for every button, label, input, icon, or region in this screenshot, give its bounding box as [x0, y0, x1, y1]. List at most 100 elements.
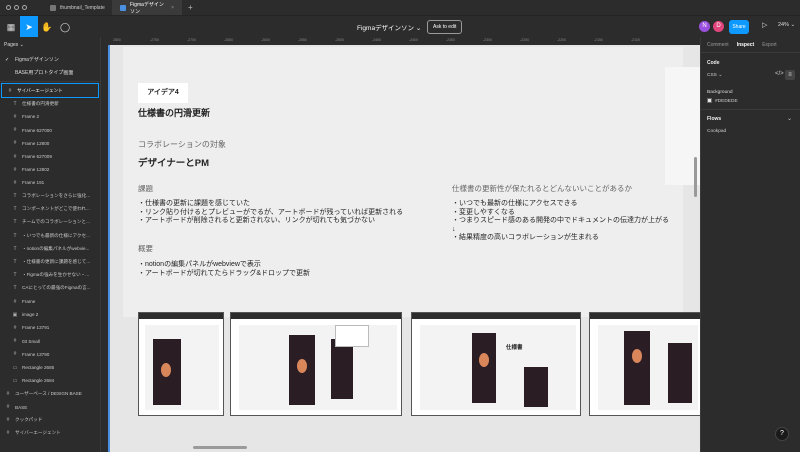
file-title[interactable]: Figmaデザインソン ⌄	[357, 22, 421, 32]
layer-item[interactable]: # クックパッド	[0, 414, 100, 427]
screenshot-thumbnail[interactable]	[138, 312, 224, 416]
toolbar: ▦ ➤ ✋ ◯ Figmaデザインソン ⌄ Ask to edit N D Sh…	[0, 15, 800, 38]
text-layer-icon: T	[13, 272, 17, 279]
layer-item[interactable]: # Frame 13790	[0, 348, 100, 361]
present-icon[interactable]: ▷	[762, 21, 767, 29]
layer-item[interactable]: T コンポーネントがどこで使われ...	[0, 203, 100, 216]
list-view-icon[interactable]: ≡	[785, 70, 795, 80]
close-tab-icon[interactable]: ×	[171, 5, 174, 11]
list-item: ・notionの編集パネルがwebviewで表示	[138, 261, 261, 268]
flows-label: Flows	[707, 116, 722, 122]
text-layer-icon: T	[13, 100, 17, 107]
screenshot-thumbnail[interactable]	[230, 312, 402, 416]
share-button[interactable]: Share	[729, 20, 749, 34]
css-select[interactable]: CSS ⌄	[707, 73, 722, 78]
layer-label: Rectangle 2685	[22, 365, 55, 371]
layer-item[interactable]: # BASE	[0, 401, 100, 414]
layer-item[interactable]: # Frame 2	[0, 110, 100, 123]
layer-item[interactable]: ▭ Rectangle 2685	[0, 361, 100, 374]
frame-icon: #	[8, 87, 12, 94]
layer-item[interactable]: # サイバーエージェント	[1, 82, 99, 99]
layer-label: ・いつでも最新の仕様にアクセ...	[22, 232, 90, 238]
horizontal-scrollbar[interactable]	[193, 446, 247, 449]
background-value[interactable]: #DEDEDE	[707, 98, 738, 104]
layer-item[interactable]: # Frame 12802	[0, 163, 100, 176]
window-controls[interactable]	[0, 5, 42, 10]
layer-label: Frame 12802	[22, 167, 50, 173]
layer-item[interactable]: # Frame 627009	[0, 150, 100, 163]
ruler-tick: -2350	[446, 38, 455, 42]
idea-title: 仕様書の円滑更新	[138, 108, 211, 118]
avatar[interactable]: D	[713, 21, 724, 32]
layer-item[interactable]: T チームでのコラボレーションと...	[0, 216, 100, 229]
tab-export[interactable]: Export	[762, 42, 776, 48]
tab-figma-designathon[interactable]: Figmaデザインソン ×	[112, 0, 182, 15]
layer-item[interactable]: # Frame	[0, 295, 100, 308]
layer-label: クックパッド	[15, 417, 43, 423]
background-label: Background	[707, 90, 733, 95]
code-view-icon[interactable]: </>	[775, 71, 784, 77]
frame-icon: #	[6, 430, 10, 437]
idea-frame[interactable]: アイデア4 仕様書の円滑更新 コラボレーションの対象 デザイナーとPM 課題 ・…	[123, 47, 700, 317]
page-label: Figmaデザインソン	[15, 57, 59, 63]
ruler-tick: -2600	[261, 38, 270, 42]
layer-item[interactable]: T CAにとっての最強のFigmaの言...	[0, 282, 100, 295]
frame-icon: #	[13, 338, 17, 345]
collab-label: コラボレーションの対象	[138, 140, 226, 149]
chevron-down-icon[interactable]: ⌄	[787, 115, 792, 122]
layer-label: コラボレーションをさらに強化...	[22, 193, 91, 199]
layer-item[interactable]: # Frame 191	[0, 176, 100, 189]
screenshot-thumbnail[interactable]: 仕様書	[411, 312, 581, 416]
layer-label: Frame 627009	[22, 154, 52, 160]
ruler-tick: -2550	[298, 38, 307, 42]
layer-item[interactable]: T 仕様書の円滑更新	[0, 97, 100, 110]
layer-item[interactable]: # ユーザーペース / DESIGN BASE	[0, 387, 100, 400]
ruler-tick: -2700	[187, 38, 196, 42]
main-menu-icon[interactable]: ▦	[2, 16, 20, 38]
ruler-tick: -2400	[409, 38, 418, 42]
layer-item[interactable]: T ・notionの編集パネルがwebvie...	[0, 242, 100, 255]
layer-item[interactable]: ▣ image 2	[0, 308, 100, 321]
page-item[interactable]: BASE用プロトタイプ画面	[0, 66, 100, 79]
hand-tool-icon[interactable]: ✋	[38, 16, 56, 38]
page-item[interactable]: ✓ Figmaデザインソン	[0, 53, 100, 66]
new-tab-icon[interactable]: +	[182, 3, 199, 12]
layer-item[interactable]: ▭ Rectangle 2684	[0, 374, 100, 387]
tab-inspect[interactable]: Inspect	[737, 42, 755, 48]
layer-item[interactable]: # Frame 12800	[0, 137, 100, 150]
layer-item[interactable]: #03 Small	[0, 335, 100, 348]
frame-icon: #	[13, 166, 17, 173]
selection-indicator	[108, 45, 110, 452]
tab-comment[interactable]: Comment	[707, 42, 729, 48]
layer-item[interactable]: T ・仕様書の更新に課題を感じて...	[0, 255, 100, 268]
layer-label: Frame 13791	[22, 325, 50, 331]
layer-item[interactable]: # Frame 13791	[0, 321, 100, 334]
help-icon[interactable]: ?	[775, 427, 789, 441]
zoom-level[interactable]: 24% ⌄	[778, 22, 795, 28]
layer-item[interactable]: T ・いつでも最新の仕様にアクセ...	[0, 229, 100, 242]
text-layer-icon: T	[13, 193, 17, 200]
layer-label: サイバーエージェント	[17, 87, 63, 93]
layer-item[interactable]: # サイバーエージェント	[0, 427, 100, 440]
comment-tool-icon[interactable]: ◯	[56, 16, 74, 38]
file-icon	[50, 4, 56, 11]
text-layer-icon: T	[13, 259, 17, 266]
avatar[interactable]: N	[699, 21, 710, 32]
pages-header[interactable]: Pages ⌄	[0, 37, 100, 53]
layer-item[interactable]: T ・Figmaの強みを生かせない・...	[0, 269, 100, 282]
canvas[interactable]: 2800 -2750 -2700 -2650 -2600 -2550 -2500 -2450 -…	[101, 37, 700, 452]
frame-icon: #	[13, 140, 17, 147]
move-tool-icon[interactable]: ➤	[20, 16, 38, 38]
ask-to-edit-button[interactable]: Ask to edit	[427, 20, 463, 34]
layer-item[interactable]: T コラボレーションをさらに強化...	[0, 190, 100, 203]
summary-label: 概要	[138, 244, 153, 253]
vertical-scrollbar[interactable]	[694, 157, 697, 197]
tab-thumbnail-template[interactable]: thumbnail_Template	[42, 0, 112, 15]
idea-tag: アイデア4	[138, 83, 188, 103]
ruler-top: 2800 -2750 -2700 -2650 -2600 -2550 -2500 -2450 -…	[101, 37, 700, 45]
page-label: BASE用プロトタイプ画面	[15, 70, 74, 76]
text-layer-icon: T	[13, 206, 17, 213]
layer-item[interactable]: # Frame 627000	[0, 124, 100, 137]
screenshot-thumbnail[interactable]	[589, 312, 700, 416]
flow-item[interactable]: Cookpad	[707, 129, 726, 134]
